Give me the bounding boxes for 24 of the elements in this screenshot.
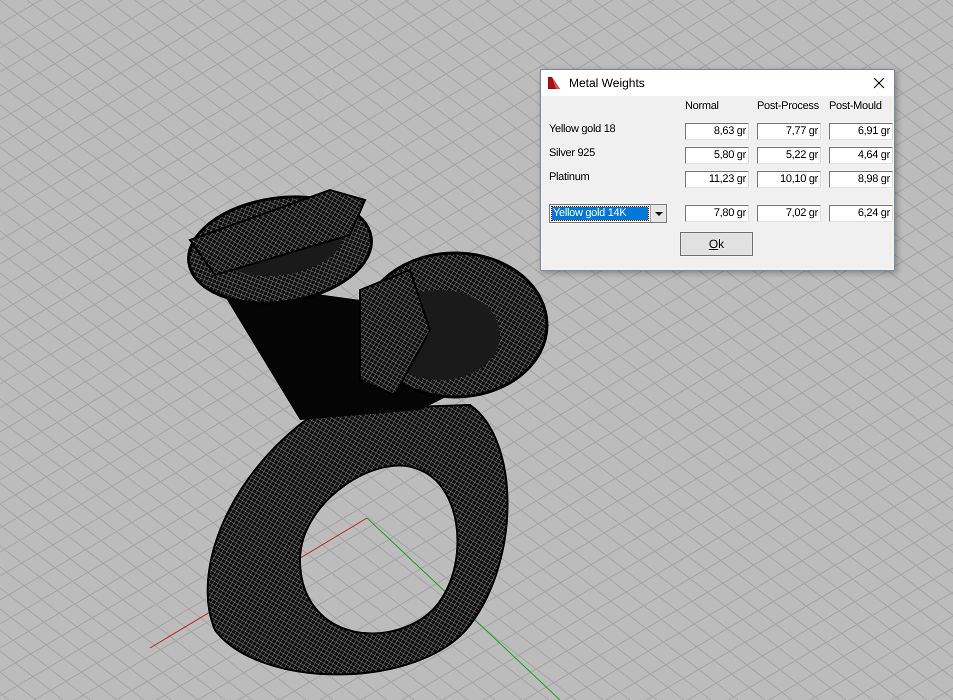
ok-button[interactable]: Ok [680, 232, 753, 256]
metal-label: Platinum [549, 170, 590, 184]
weight-field[interactable]: 7,80 gr [685, 205, 749, 222]
metal-label: Silver 925 [549, 146, 596, 160]
weight-field[interactable]: 6,24 gr [829, 205, 893, 222]
metal-dropdown[interactable]: Yellow gold 14K [549, 204, 667, 223]
weight-field[interactable]: 10,10 gr [757, 171, 821, 188]
column-header: Post-Process [757, 100, 820, 114]
weight-field[interactable]: 6,91 gr [829, 123, 893, 140]
weight-field[interactable]: 7,77 gr [757, 123, 821, 140]
close-icon[interactable] [873, 77, 885, 89]
weight-field[interactable]: 11,23 gr [685, 171, 749, 188]
column-header: Post-Mould [829, 100, 883, 114]
weight-field[interactable]: 8,98 gr [829, 171, 893, 188]
weight-field[interactable]: 7,02 gr [757, 205, 821, 222]
weight-field[interactable]: 5,80 gr [685, 147, 749, 164]
weight-field[interactable]: 8,63 gr [685, 123, 749, 140]
weight-field[interactable]: 4,64 gr [829, 147, 893, 164]
app-icon [547, 76, 561, 90]
column-header: Normal [685, 100, 720, 114]
weight-field[interactable]: 5,22 gr [757, 147, 821, 164]
window-title: Metal Weights [569, 76, 646, 90]
metal-label: Yellow gold 18 [549, 122, 616, 136]
selected-metal-text: Yellow gold 14K [552, 207, 648, 220]
